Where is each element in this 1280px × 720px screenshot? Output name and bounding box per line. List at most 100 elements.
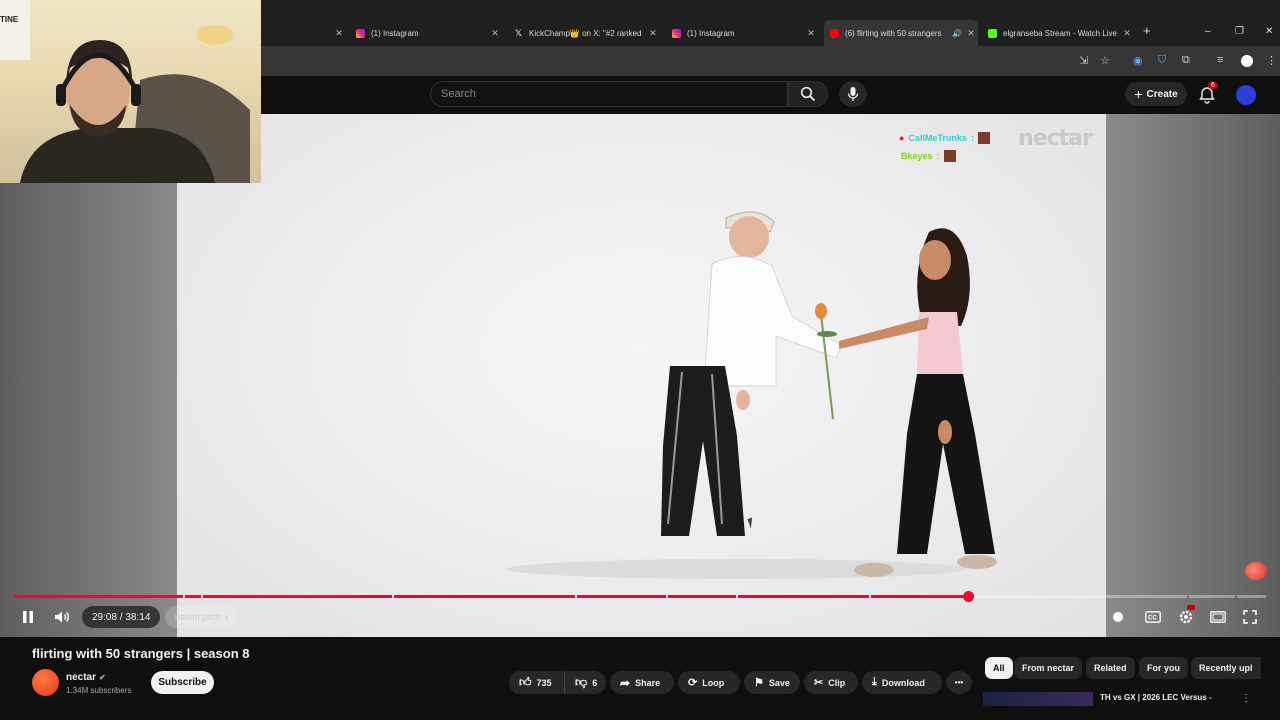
search-icon <box>800 86 816 102</box>
floating-reaction-icon[interactable] <box>1245 562 1267 580</box>
close-icon[interactable]: ✕ <box>332 28 346 39</box>
search-input[interactable] <box>431 82 787 106</box>
video-frame[interactable]: nectar ● CallMeTrunks : Bkeyes : <box>177 114 1106 637</box>
progress-played-segment <box>202 595 393 598</box>
channel-name[interactable]: nectar ✔ <box>66 672 106 683</box>
more-actions-button[interactable]: ••• <box>946 671 972 694</box>
profile-icon[interactable] <box>1241 55 1253 67</box>
thumbs-down-icon: 👎︎ <box>575 675 588 689</box>
close-window-button[interactable]: ✕ <box>1265 26 1273 37</box>
like-count: 735 <box>536 677 552 688</box>
video-player[interactable]: nectar ● CallMeTrunks : Bkeyes : 29:08 /… <box>0 114 1280 637</box>
recommended-title[interactable]: TH vs GX | 2026 LEC Versus - <box>1100 693 1212 702</box>
puzzle-icon[interactable]: ⧉ <box>1182 54 1190 67</box>
download-button[interactable]: ⤓ Download <box>862 671 942 694</box>
voice-search-button[interactable] <box>839 81 867 107</box>
dislike-count: 6 <box>592 677 598 688</box>
shield-icon[interactable]: ⛉ <box>1158 54 1166 67</box>
video-scene <box>507 211 997 579</box>
search-button[interactable] <box>788 81 828 107</box>
chip-related[interactable]: Related <box>1086 657 1135 679</box>
minimize-button[interactable]: – <box>1205 26 1211 37</box>
channel-avatar[interactable] <box>32 669 59 696</box>
close-icon[interactable]: ✕ <box>488 28 502 39</box>
chip-from-nectar[interactable]: From nectar <box>1014 657 1083 679</box>
subscribe-button[interactable]: Subscribe <box>151 671 214 694</box>
autoplay-toggle[interactable] <box>1109 608 1127 626</box>
recommended-menu-icon[interactable]: ⋮ <box>1241 693 1251 704</box>
video-title: flirting with 50 strangers | season 8 <box>32 646 250 661</box>
progress-remaining-segment <box>1236 595 1266 598</box>
media-icon[interactable]: ≡ <box>1217 54 1223 66</box>
create-label: Create <box>1146 88 1178 100</box>
progress-played-segment <box>871 595 969 598</box>
gear-icon <box>1179 610 1193 624</box>
notification-count-badge: 6 <box>1208 82 1218 89</box>
thumbs-up-icon: 👍︎ <box>519 675 532 689</box>
restore-button[interactable]: ❐ <box>1235 26 1244 37</box>
clip-button[interactable]: ✂ Clip <box>804 671 858 694</box>
install-app-icon[interactable]: ⇲ <box>1079 54 1088 67</box>
share-button[interactable]: ➦ Share <box>610 671 674 694</box>
progress-played-segment <box>14 595 184 598</box>
close-icon[interactable]: ✕ <box>964 28 978 39</box>
chip-all[interactable]: All <box>985 657 1013 679</box>
browser-tab-2[interactable]: (1) Instagram ✕ <box>350 22 502 44</box>
volume-icon <box>55 611 69 623</box>
bookmark-star-icon[interactable]: ☆ <box>1100 54 1110 67</box>
youtube-icon <box>830 28 839 38</box>
streamer-image: TINE <box>0 0 250 183</box>
scissors-icon: ✂ <box>814 677 824 689</box>
browser-tab-5[interactable]: (6) flirting with 50 strangers 🔊 ✕ <box>824 20 978 46</box>
chip-recently-uploaded[interactable]: Recently upl <box>1191 657 1261 679</box>
volume-button[interactable] <box>52 608 72 626</box>
loop-button[interactable]: ⟳ Loop <box>678 671 740 694</box>
avatar[interactable] <box>1236 85 1256 105</box>
theater-button[interactable] <box>1208 608 1228 626</box>
browser-tab-6[interactable]: elgranseba Stream - Watch Live ✕ <box>982 22 1134 44</box>
progress-scrubber[interactable] <box>963 591 975 602</box>
close-icon[interactable]: ✕ <box>1120 28 1134 39</box>
fullscreen-button[interactable] <box>1240 608 1260 626</box>
like-button[interactable]: 👍︎ 735 <box>509 671 564 694</box>
progress-played-segment <box>185 595 201 598</box>
subscriber-count: 1.34M subscribers <box>66 686 132 695</box>
speaker-icon[interactable]: 🔊 <box>952 29 964 38</box>
share-icon: ➦ <box>620 675 631 690</box>
progress-bar[interactable] <box>14 591 1266 602</box>
kick-icon <box>988 28 997 38</box>
progress-played-segment <box>738 595 870 598</box>
tab-title: (1) Instagram <box>371 28 419 38</box>
browser-tab-1[interactable]: ✕ <box>262 22 346 44</box>
menu-dots-icon[interactable]: ⋮ <box>1266 54 1277 67</box>
search-box <box>430 81 788 107</box>
tab-title: (6) flirting with 50 strangers <box>845 28 942 38</box>
progress-remaining-segment <box>1189 595 1235 598</box>
chapter-button[interactable]: naomi pitch › <box>165 606 239 628</box>
browser-tab-3[interactable]: 𝕏 KickChamp👑 on X: "#2 ranked ✕ <box>508 22 660 44</box>
create-button[interactable]: + Create <box>1125 82 1187 106</box>
save-button[interactable]: ⚑ Save <box>744 671 800 694</box>
clip-label: Clip <box>828 677 846 688</box>
captions-button[interactable]: CC <box>1143 608 1163 626</box>
plus-icon: + <box>1134 86 1143 102</box>
progress-remaining-segment <box>968 595 1064 598</box>
recommended-thumbnail[interactable] <box>983 692 1093 706</box>
bookmark-icon: ⚑ <box>754 677 764 689</box>
ambient-right <box>1106 114 1280 637</box>
share-label: Share <box>635 677 661 688</box>
pause-button[interactable] <box>18 608 38 626</box>
browser-tab-4[interactable]: (1) Instagram ✕ <box>666 22 818 44</box>
x-icon: 𝕏 <box>514 27 523 38</box>
new-tab-button[interactable]: + <box>1143 23 1151 38</box>
chevron-right-icon: › <box>225 612 229 622</box>
verified-icon: ✔ <box>99 673 106 682</box>
tab-title: KickChamp👑 on X: "#2 ranked <box>529 28 642 38</box>
close-icon[interactable]: ✕ <box>804 28 818 39</box>
chip-for-you[interactable]: For you <box>1139 657 1188 679</box>
settings-button[interactable] <box>1176 605 1196 626</box>
extension-icon[interactable]: ◉ <box>1133 54 1143 67</box>
dislike-button[interactable]: 👎︎ 6 <box>564 671 606 694</box>
save-label: Save <box>768 677 790 688</box>
close-icon[interactable]: ✕ <box>646 28 660 39</box>
